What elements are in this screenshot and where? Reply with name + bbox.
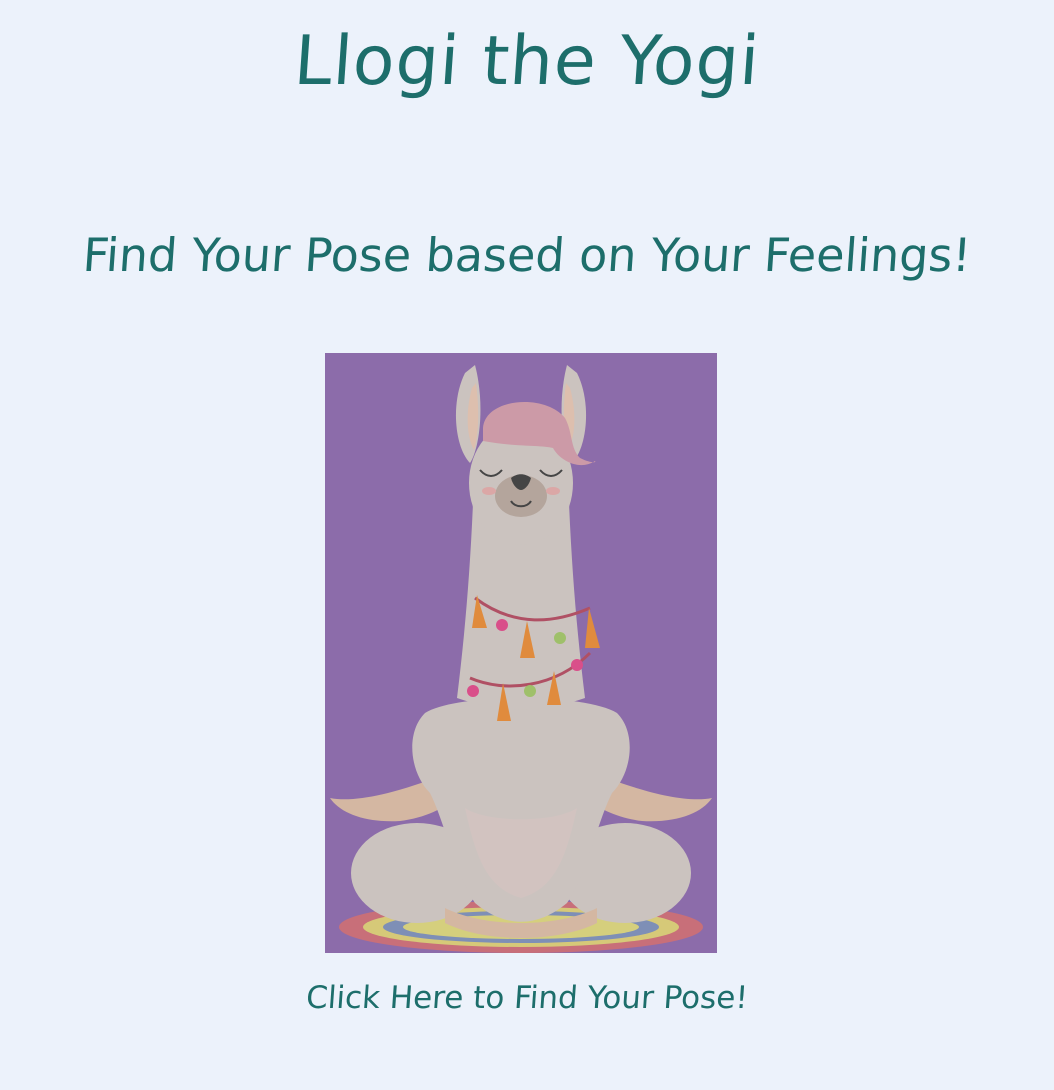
find-your-pose-link[interactable]: Click Here to Find Your Pose! [0, 980, 1054, 1016]
page: Llogi the Yogi Find Your Pose based on Y… [0, 0, 1054, 1090]
page-title: Llogi the Yogi [291, 22, 763, 101]
llama-yoga-image [325, 353, 717, 953]
page-subtitle: Find Your Pose based on Your Feelings! [81, 228, 973, 282]
llama-yoga-illustration-icon [325, 353, 717, 953]
